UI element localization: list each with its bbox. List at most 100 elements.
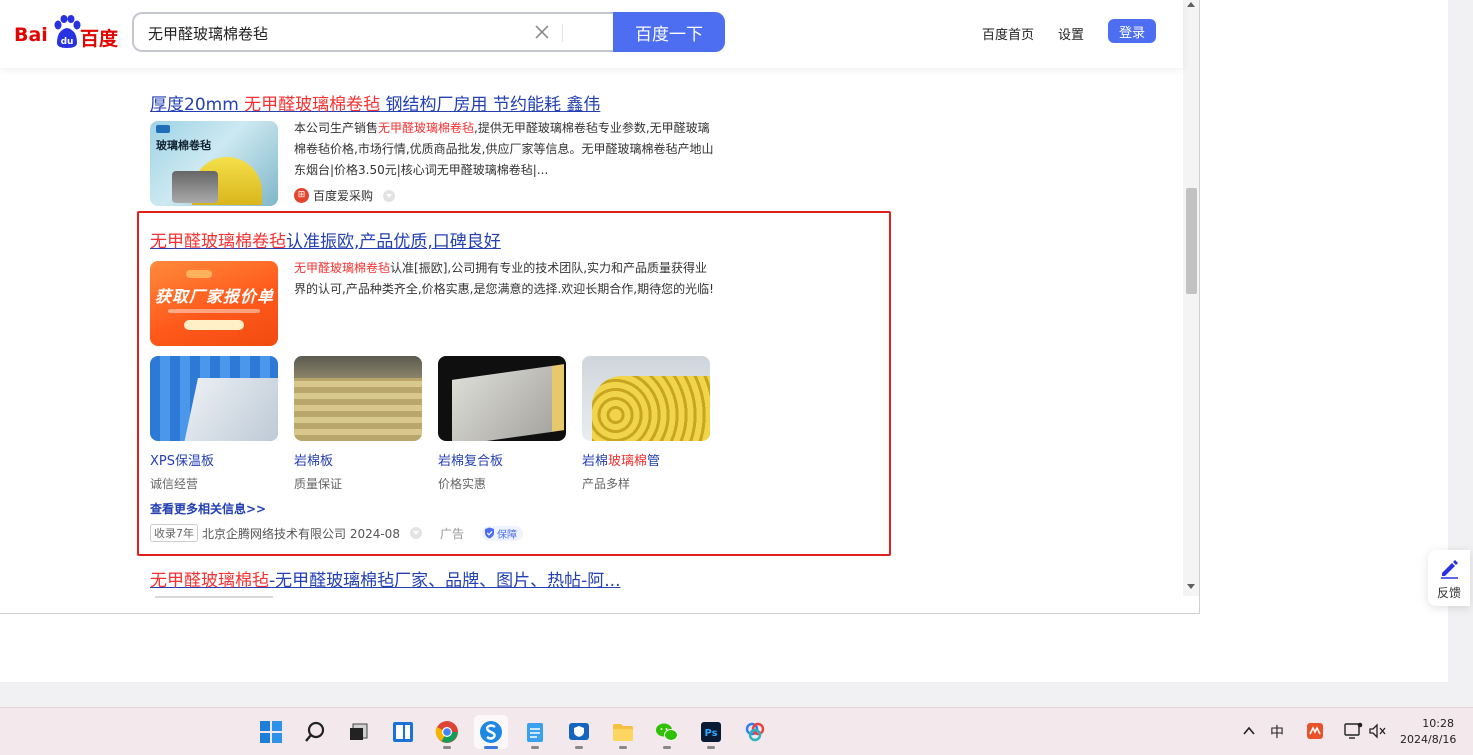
desktop-screen: Bai du 百度 无甲醛玻璃棉卷毡 百度一下 百度首页 设置 登录 厚度20m… xyxy=(0,0,1473,755)
guarantee-badge[interactable]: 保障 xyxy=(481,525,523,541)
result-snippet-1: 本公司生产销售无甲醛玻璃棉卷毡,提供无甲醛玻璃棉卷毡专业参数,无甲醛玻璃棉卷毡价… xyxy=(294,118,714,181)
result-title-text: 厚度20mm xyxy=(150,95,245,115)
scrollbar-thumb[interactable] xyxy=(1186,188,1197,294)
ad-label: 广告 xyxy=(439,526,464,541)
chevron-down-icon[interactable] xyxy=(409,527,422,539)
chevron-down-icon[interactable] xyxy=(383,189,396,202)
ad-title[interactable]: 无甲醛玻璃棉卷毡认准振欧,产品优质,口碑良好 xyxy=(150,227,501,252)
search-button[interactable]: 百度一下 xyxy=(613,12,725,52)
product-name[interactable]: 岩棉板 xyxy=(294,450,422,469)
result-title-text: -无甲醛玻璃棉毡厂家、品牌、图片、热帖-阿... xyxy=(269,571,621,591)
product-name-highlight: 玻璃棉 xyxy=(608,454,648,469)
product-image[interactable] xyxy=(150,356,278,441)
snippet-highlight: 无甲醛玻璃棉卷毡 xyxy=(294,261,391,275)
scroll-up-arrow-icon[interactable] xyxy=(1187,2,1195,7)
taskbar-app-baidu-netdisk[interactable] xyxy=(738,715,772,749)
taskbar-app-wechat[interactable] xyxy=(650,715,684,749)
svg-text:du: du xyxy=(61,37,74,47)
product-name-text: 管 xyxy=(647,454,661,469)
chevron-up-icon[interactable] xyxy=(1242,725,1256,737)
photoshop-icon: Ps xyxy=(701,722,721,742)
clock-date: 2024/8/16 xyxy=(1400,733,1457,746)
ad-product-rockwool-board[interactable]: 岩棉板 质量保证 xyxy=(294,356,422,492)
browser-window: Bai du 百度 无甲醛玻璃棉卷毡 百度一下 百度首页 设置 登录 厚度20m… xyxy=(0,0,1470,682)
product-name-text: XPS保温板 xyxy=(150,454,214,469)
guarantee-label: 保障 xyxy=(496,529,517,541)
wps-icon[interactable] xyxy=(1306,722,1324,740)
source-name: 百度爱采购 xyxy=(313,189,374,203)
product-name[interactable]: 岩棉复合板 xyxy=(438,450,566,469)
nav-baidu-home[interactable]: 百度首页 xyxy=(982,24,1034,43)
result-title-1[interactable]: 厚度20mm 无甲醛玻璃棉卷毡 钢结构厂房用 节约能耗 鑫伟 xyxy=(150,90,600,115)
vertical-scrollbar[interactable] xyxy=(1183,0,1199,596)
product-name-text: 岩棉 xyxy=(582,454,609,469)
clear-icon[interactable] xyxy=(532,22,552,42)
result-title-3[interactable]: 无甲醛玻璃棉毡-无甲醛玻璃棉毡厂家、品牌、图片、热帖-阿... xyxy=(150,566,620,591)
taskbar-app-chrome[interactable] xyxy=(430,715,464,749)
product-image[interactable] xyxy=(582,356,710,441)
banner-tag xyxy=(186,270,212,278)
search-input[interactable] xyxy=(148,23,528,43)
pencil-edit-icon xyxy=(1441,560,1458,579)
ime-indicator[interactable]: 中 xyxy=(1270,722,1284,742)
running-indicator xyxy=(707,746,715,749)
ad-title-highlight: 无甲醛玻璃棉卷毡 xyxy=(150,232,286,252)
taskbar-clock[interactable]: 10:28 2024/8/16 xyxy=(1400,716,1457,748)
notepad-icon xyxy=(527,723,543,742)
product-name-text: 岩棉复合板 xyxy=(438,454,504,469)
ad-product-rockwool-composite[interactable]: 岩棉复合板 价格实惠 xyxy=(438,356,566,492)
folder-icon xyxy=(613,724,633,741)
task-view-button[interactable] xyxy=(342,715,376,749)
product-image[interactable] xyxy=(438,356,566,441)
ad-product-xps[interactable]: XPS保温板 诚信经营 xyxy=(150,356,278,492)
svg-text:Ps: Ps xyxy=(704,728,717,739)
ad-product-glasswool-pipe[interactable]: 岩棉玻璃棉管 产品多样 xyxy=(582,356,710,492)
banner-cta xyxy=(184,320,244,330)
task-view-icon xyxy=(350,723,368,740)
thumb-tag xyxy=(156,125,170,133)
baidu-logo[interactable]: Bai du 百度 xyxy=(14,15,120,51)
taskbar-app-snap[interactable] xyxy=(386,715,420,749)
display-icon[interactable] xyxy=(1343,722,1363,740)
product-name[interactable]: XPS保温板 xyxy=(150,450,278,469)
taskbar-app-explorer[interactable] xyxy=(606,715,640,749)
taskbar-search[interactable] xyxy=(298,715,332,749)
scroll-down-arrow-icon[interactable] xyxy=(1187,584,1195,589)
login-button[interactable]: 登录 xyxy=(1108,19,1156,43)
feedback-button[interactable]: 反馈 xyxy=(1428,550,1470,606)
product-tagline: 产品多样 xyxy=(582,477,631,491)
taskbar-app-sogou[interactable] xyxy=(474,715,508,749)
thumb-label: 玻璃棉卷毡 xyxy=(156,139,211,152)
more-info-link[interactable]: 查看更多相关信息>> xyxy=(150,500,266,517)
result-thumbnail-glasswool[interactable]: 玻璃棉卷毡 xyxy=(150,121,278,206)
product-image[interactable] xyxy=(294,356,422,441)
ad-company[interactable]: 北京企腾网络技术有限公司 2024-08 xyxy=(202,525,400,542)
sogou-browser-icon xyxy=(480,721,502,743)
start-button[interactable] xyxy=(254,715,288,749)
running-indicator xyxy=(663,746,671,749)
nav-settings[interactable]: 设置 xyxy=(1058,24,1084,43)
ad-snippet: 无甲醛玻璃棉卷毡认准[振欧],公司拥有专业的技术团队,实力和产品质量获得业界的认… xyxy=(294,258,714,300)
taskbar-app-security[interactable] xyxy=(562,715,596,749)
result-source-1[interactable]: ⊞ 百度爱采购 xyxy=(294,187,396,204)
speaker-muted-icon[interactable] xyxy=(1368,723,1386,739)
search-icon xyxy=(305,721,325,742)
taskbar-app-notepad[interactable] xyxy=(518,715,552,749)
product-tagline: 诚信经营 xyxy=(150,477,199,491)
running-indicator xyxy=(619,746,627,749)
result-title-highlight: 无甲醛玻璃棉卷毡 xyxy=(244,95,381,115)
shield-app-icon xyxy=(569,723,589,740)
ad-title-text: 认准振欧,产品优质,口碑良好 xyxy=(286,232,501,252)
product-name[interactable]: 岩棉玻璃棉管 xyxy=(582,450,710,469)
page-viewport: Bai du 百度 无甲醛玻璃棉卷毡 百度一下 百度首页 设置 登录 厚度20m… xyxy=(0,0,1200,614)
search-divider xyxy=(562,24,563,42)
banner-text: 获取厂家报价单 xyxy=(155,287,275,306)
search-header: Bai du 百度 无甲醛玻璃棉卷毡 百度一下 百度首页 设置 登录 xyxy=(0,0,1183,68)
ad-banner-image[interactable]: 获取厂家报价单 xyxy=(150,261,278,346)
clock-time: 10:28 xyxy=(1422,717,1454,730)
windows-taskbar: Ps 中 10:28 2024/8/16 xyxy=(0,707,1473,755)
taskbar-app-photoshop[interactable]: Ps xyxy=(694,715,728,749)
running-indicator xyxy=(443,746,451,749)
product-name-text: 岩棉板 xyxy=(294,454,334,469)
running-indicator xyxy=(575,746,583,749)
